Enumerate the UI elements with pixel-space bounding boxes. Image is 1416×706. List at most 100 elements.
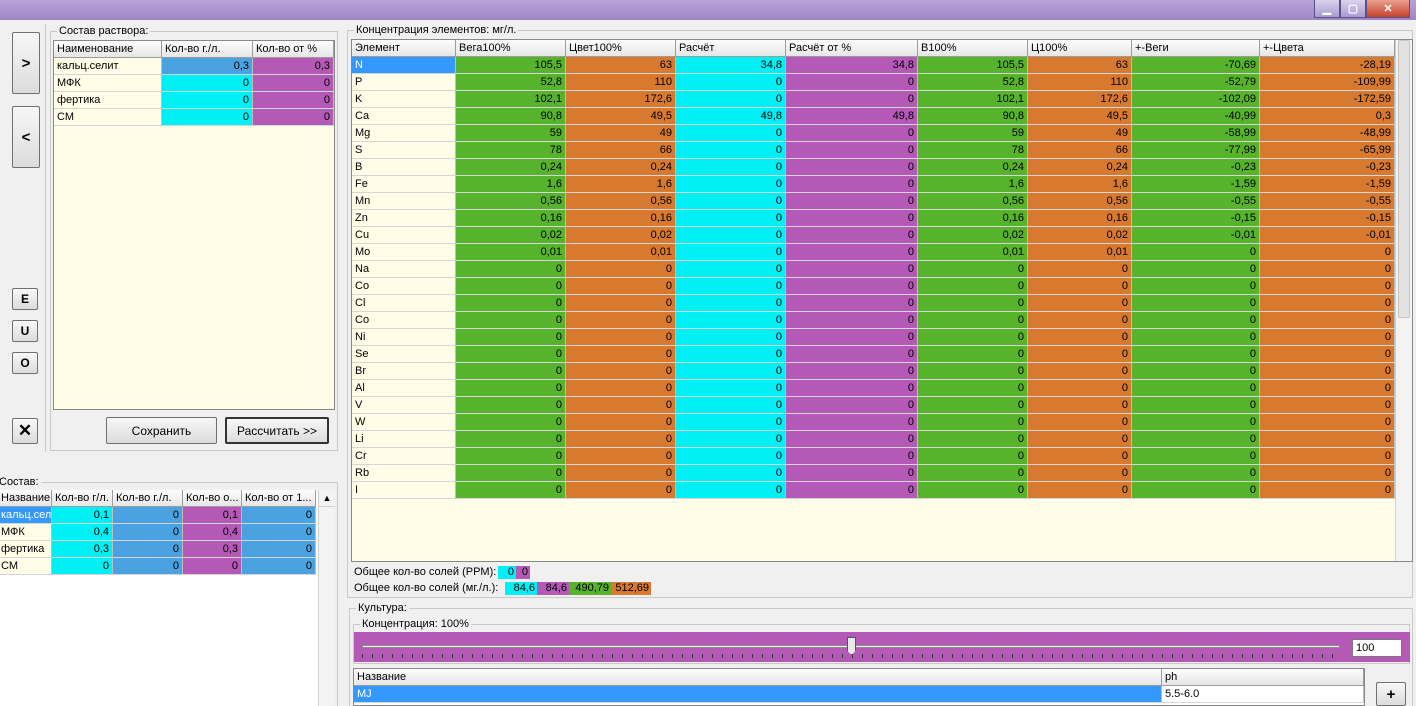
element-name-cell[interactable]: Cl: [352, 295, 456, 312]
concentration-value-cell[interactable]: 102,1: [918, 91, 1028, 108]
concentration-row[interactable]: Fe 1,6 1,6 0 0 1,6 1,6 -1,59 -1,59: [352, 176, 1412, 193]
concentration-value-cell[interactable]: 49: [566, 125, 676, 142]
concentration-value-cell[interactable]: 0: [1132, 346, 1260, 363]
concentration-value-cell[interactable]: 0,56: [918, 193, 1028, 210]
concentration-col-header-4[interactable]: Расчёт от %: [786, 40, 918, 57]
sostav-row[interactable]: МФК 0,4 0 0,4 0: [0, 524, 335, 541]
concentration-value-cell[interactable]: 0,02: [456, 227, 566, 244]
composition-row[interactable]: МФК 0 0: [54, 75, 334, 92]
concentration-value-cell[interactable]: 0,02: [918, 227, 1028, 244]
concentration-value-cell[interactable]: 0: [786, 397, 918, 414]
sostav-cell-d[interactable]: 0: [242, 541, 316, 558]
sostav-col-name-header[interactable]: Название: [0, 490, 52, 507]
concentration-col-header-0[interactable]: Элемент: [352, 40, 456, 57]
concentration-value-cell[interactable]: 0: [676, 448, 786, 465]
col-grams-header[interactable]: Кол-во г./л.: [162, 41, 253, 58]
concentration-value-cell[interactable]: 0: [1132, 363, 1260, 380]
element-name-cell[interactable]: Cu: [352, 227, 456, 244]
element-name-cell[interactable]: V: [352, 397, 456, 414]
concentration-row[interactable]: Co 0 0 0 0 0 0 0 0: [352, 278, 1412, 295]
concentration-value-cell[interactable]: 0: [1260, 465, 1395, 482]
concentration-row[interactable]: W00000000: [352, 414, 1412, 431]
element-name-cell[interactable]: Ca: [352, 108, 456, 125]
concentration-value-cell[interactable]: 0: [1260, 329, 1395, 346]
concentration-value-cell[interactable]: 0: [1132, 380, 1260, 397]
concentration-slider-track[interactable]: 100: [354, 632, 1410, 662]
concentration-value-cell[interactable]: 1,6: [1028, 176, 1132, 193]
sostav-cell-name[interactable]: МФК: [0, 524, 52, 541]
concentration-row[interactable]: Na 0 0 0 0 0 0 0 0: [352, 261, 1412, 278]
concentration-value-cell[interactable]: -40,99: [1132, 108, 1260, 125]
col-percent-header[interactable]: Кол-во от %: [253, 41, 334, 58]
concentration-value-cell[interactable]: 172,6: [566, 91, 676, 108]
concentration-value-cell[interactable]: 78: [456, 142, 566, 159]
sostav-row[interactable]: СМ 0 0 0 0: [0, 558, 335, 575]
element-name-cell[interactable]: Ni: [352, 329, 456, 346]
concentration-value-cell[interactable]: 0: [1260, 363, 1395, 380]
concentration-value-cell[interactable]: 0: [786, 448, 918, 465]
concentration-value-cell[interactable]: 0,24: [456, 159, 566, 176]
sostav-cell-c[interactable]: 0,1: [183, 507, 242, 524]
sostav-cell-name[interactable]: кальц.селит: [0, 507, 52, 524]
element-name-cell[interactable]: P: [352, 74, 456, 91]
concentration-value-cell[interactable]: 0: [1132, 312, 1260, 329]
concentration-row[interactable]: Cl 0 0 0 0 0 0 0 0: [352, 295, 1412, 312]
concentration-value-cell[interactable]: 0: [566, 397, 676, 414]
concentration-value-cell[interactable]: 0: [1028, 278, 1132, 295]
concentration-value-cell[interactable]: 0,56: [456, 193, 566, 210]
concentration-value-cell[interactable]: 0: [1132, 465, 1260, 482]
concentration-value-cell[interactable]: 0: [676, 244, 786, 261]
sostav-cell-b[interactable]: 0: [113, 507, 183, 524]
concentration-value-cell[interactable]: 0,02: [1028, 227, 1132, 244]
concentration-value-cell[interactable]: 0: [676, 278, 786, 295]
concentration-value-cell[interactable]: 0: [1260, 414, 1395, 431]
concentration-value-cell[interactable]: 0: [1132, 295, 1260, 312]
element-name-cell[interactable]: Na: [352, 261, 456, 278]
concentration-value-cell[interactable]: 0: [1028, 329, 1132, 346]
concentration-value-cell[interactable]: 0,16: [918, 210, 1028, 227]
concentration-value-cell[interactable]: -0,01: [1260, 227, 1395, 244]
concentration-value-cell[interactable]: 0: [786, 465, 918, 482]
concentration-value-cell[interactable]: 0: [1132, 397, 1260, 414]
concentration-value-cell[interactable]: -0,01: [1132, 227, 1260, 244]
concentration-value-cell[interactable]: 0: [786, 482, 918, 499]
scroll-up-icon[interactable]: ▲: [319, 490, 335, 507]
concentration-value-cell[interactable]: 0: [456, 312, 566, 329]
concentration-row[interactable]: S 78 66 0 0 78 66 -77,99 -65,99: [352, 142, 1412, 159]
composition-cell-g[interactable]: 0: [162, 92, 253, 109]
concentration-value-cell[interactable]: 0,3: [1260, 108, 1395, 125]
concentration-row[interactable]: Li 0 0 0 0 0 0 0 0: [352, 431, 1412, 448]
concentration-value-cell[interactable]: 0: [456, 329, 566, 346]
concentration-value-cell[interactable]: 1,6: [918, 176, 1028, 193]
element-name-cell[interactable]: Co: [352, 278, 456, 295]
concentration-value-cell[interactable]: 0,16: [566, 210, 676, 227]
composition-cell-name[interactable]: фертика: [54, 92, 162, 109]
concentration-value-cell[interactable]: 0: [566, 363, 676, 380]
concentration-value-cell[interactable]: 0: [1028, 363, 1132, 380]
concentration-value-cell[interactable]: 0,01: [1028, 244, 1132, 261]
concentration-value-cell[interactable]: 0: [1132, 431, 1260, 448]
element-name-cell[interactable]: Li: [352, 431, 456, 448]
add-to-solution-button[interactable]: >: [12, 32, 40, 94]
close-window-icon[interactable]: ✕: [1366, 0, 1410, 18]
concentration-value-cell[interactable]: 0: [456, 346, 566, 363]
concentration-value-cell[interactable]: 0: [786, 363, 918, 380]
concentration-value-cell[interactable]: -109,99: [1260, 74, 1395, 91]
sostav-row[interactable]: фертика 0,3 0 0,3 0: [0, 541, 335, 558]
sostav-cell-name[interactable]: фертика: [0, 541, 52, 558]
concentration-value-cell[interactable]: 0: [676, 91, 786, 108]
concentration-row[interactable]: Rb 0 0 0 0 0 0 0 0: [352, 465, 1412, 482]
close-icon[interactable]: ✕: [12, 418, 38, 444]
concentration-value-cell[interactable]: 0: [1028, 448, 1132, 465]
composition-row[interactable]: кальц.селит 0,3 0,3: [54, 58, 334, 75]
concentration-value-cell[interactable]: 172,6: [1028, 91, 1132, 108]
concentration-value-cell[interactable]: 0: [786, 193, 918, 210]
concentration-value-cell[interactable]: 0: [786, 244, 918, 261]
concentration-value-cell[interactable]: 0: [1132, 329, 1260, 346]
composition-cell-g[interactable]: 0: [162, 75, 253, 92]
concentration-row[interactable]: Co 0 0 0 0 0 0 0 0: [352, 312, 1412, 329]
sostav-cell-d[interactable]: 0: [242, 507, 316, 524]
concentration-value-cell[interactable]: 52,8: [456, 74, 566, 91]
composition-row[interactable]: СМ 0 0: [54, 109, 334, 126]
concentration-value-cell[interactable]: 0,24: [566, 159, 676, 176]
